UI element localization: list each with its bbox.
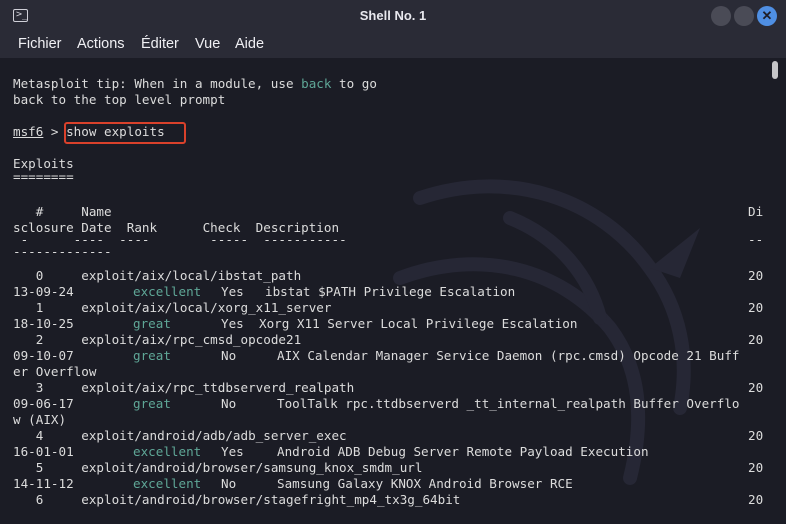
tip-line-2: back to the top level prompt bbox=[13, 92, 226, 107]
exploit-5-year: 20 bbox=[748, 460, 764, 475]
exploit-3-line: 3 exploit/aix/rpc_ttdbserverd_realpath bbox=[13, 380, 355, 395]
exploit-5-date: 14-11-12 bbox=[13, 476, 74, 491]
table-row-rule: ------------- bbox=[13, 244, 112, 259]
exploit-0-line: 0 exploit/aix/local/ibstat_path bbox=[13, 268, 302, 283]
exploit-5-check: No bbox=[221, 476, 237, 491]
exploit-4-desc: Android ADB Debug Server Remote Payload … bbox=[277, 444, 649, 459]
menu-fichier[interactable]: Fichier bbox=[18, 35, 62, 53]
exploit-1-desc: Xorg X11 Server Local Privilege Escalati… bbox=[259, 316, 578, 331]
exploit-0-rank: excellent bbox=[133, 284, 202, 299]
exploit-2-rank: great bbox=[133, 348, 171, 363]
table-header-rule-end: -- bbox=[748, 232, 764, 247]
exploit-3-check: No bbox=[221, 396, 237, 411]
exploit-4-check: Yes bbox=[221, 444, 244, 459]
maximize-button[interactable] bbox=[734, 6, 754, 26]
title-bar: >_ Shell No. 1 ✕ bbox=[0, 0, 786, 32]
exploit-0-date: 13-09-24 bbox=[13, 284, 74, 299]
exploit-1-check: Yes bbox=[221, 316, 244, 331]
close-button[interactable]: ✕ bbox=[757, 6, 777, 26]
minimize-button[interactable] bbox=[711, 6, 731, 26]
section-underline: ======== bbox=[13, 169, 74, 184]
exploit-6-line: 6 exploit/android/browser/stagefright_mp… bbox=[13, 492, 461, 507]
exploit-4-rank: excellent bbox=[133, 444, 202, 459]
command-highlight-box bbox=[64, 122, 186, 144]
exploit-5-line: 5 exploit/android/browser/samsung_knox_s… bbox=[13, 460, 423, 475]
exploit-0-desc: ibstat $PATH Privilege Escalation bbox=[265, 284, 516, 299]
exploit-2-desc: AIX Calendar Manager Service Daemon (rpc… bbox=[277, 348, 740, 363]
scrollbar-thumb[interactable] bbox=[772, 61, 778, 79]
exploit-3-rank: great bbox=[133, 396, 171, 411]
terminal-output[interactable]: Metasploit tip: When in a module, use ba… bbox=[0, 58, 786, 524]
exploit-4-year: 20 bbox=[748, 428, 764, 443]
exploit-2-desc-wrap: er Overflow bbox=[13, 364, 97, 379]
close-icon: ✕ bbox=[761, 8, 773, 23]
menu-vue[interactable]: Vue bbox=[195, 35, 220, 53]
menu-aide[interactable]: Aide bbox=[235, 35, 264, 53]
exploit-6-year: 20 bbox=[748, 492, 764, 507]
exploit-2-date: 09-10-07 bbox=[13, 348, 74, 363]
exploit-0-year: 20 bbox=[748, 268, 764, 283]
exploit-3-desc-wrap: w (AIX) bbox=[13, 412, 67, 427]
exploit-1-date: 18-10-25 bbox=[13, 316, 74, 331]
exploit-5-rank: excellent bbox=[133, 476, 202, 491]
exploit-2-check: No bbox=[221, 348, 237, 363]
tip-line-1: Metasploit tip: When in a module, use ba… bbox=[13, 76, 377, 91]
window-title: Shell No. 1 bbox=[359, 8, 427, 23]
exploit-1-year: 20 bbox=[748, 300, 764, 315]
menu-bar: Fichier Actions Éditer Vue Aide bbox=[0, 32, 786, 58]
exploit-3-year: 20 bbox=[748, 380, 764, 395]
exploit-3-date: 09-06-17 bbox=[13, 396, 74, 411]
terminal-window: >_ Shell No. 1 ✕ Fichier Actions Éditer … bbox=[0, 0, 786, 524]
exploit-0-check: Yes bbox=[221, 284, 244, 299]
exploit-4-line: 4 exploit/android/adb/adb_server_exec bbox=[13, 428, 347, 443]
exploit-2-year: 20 bbox=[748, 332, 764, 347]
exploit-1-rank: great bbox=[133, 316, 171, 331]
prompt-name: msf6 bbox=[13, 124, 44, 139]
menu-editer[interactable]: Éditer bbox=[141, 35, 179, 53]
exploit-1-line: 1 exploit/aix/local/xorg_x11_server bbox=[13, 300, 332, 315]
table-header-di: Di bbox=[748, 204, 764, 219]
menu-actions[interactable]: Actions bbox=[77, 35, 125, 53]
exploit-3-desc: ToolTalk rpc.ttdbserverd _tt_internal_re… bbox=[277, 396, 740, 411]
exploit-2-line: 2 exploit/aix/rpc_cmsd_opcode21 bbox=[13, 332, 302, 347]
table-header-1: # Name bbox=[13, 204, 112, 219]
exploit-5-desc: Samsung Galaxy KNOX Android Browser RCE bbox=[277, 476, 573, 491]
exploit-4-date: 16-01-01 bbox=[13, 444, 74, 459]
